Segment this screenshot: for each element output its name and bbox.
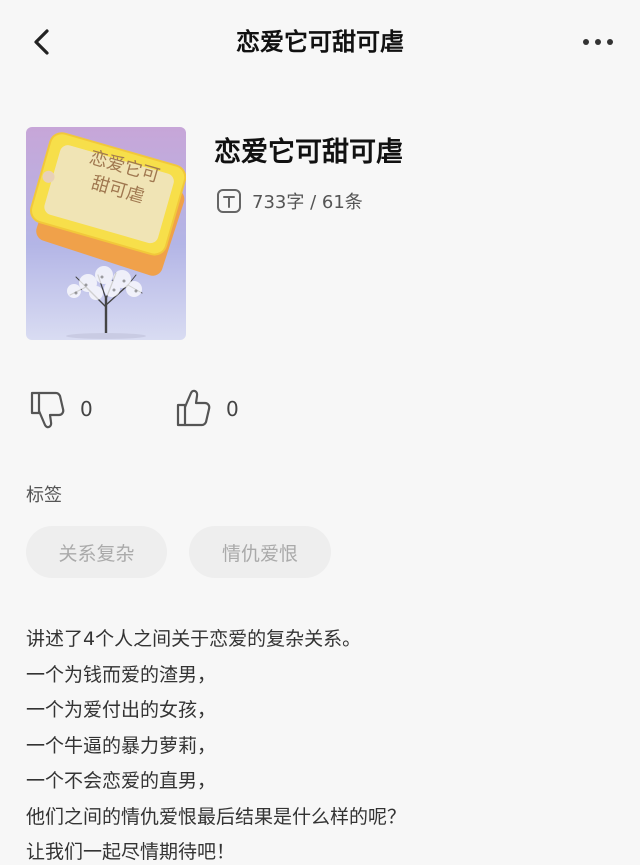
- thumbs-down-icon: [30, 391, 65, 429]
- tag-chip[interactable]: 情仇爱恨: [189, 526, 331, 578]
- description-line: 一个为爱付出的女孩，: [26, 699, 217, 721]
- top-bar: 恋爱它可甜可虐: [0, 0, 640, 86]
- dislike-count: 0: [80, 397, 93, 421]
- description-line: 他们之间的情仇爱恨最后结果是什么样的呢？: [26, 805, 407, 828]
- description-line: 讲述了4个人之间关于恋爱的复杂关系。: [26, 628, 362, 650]
- back-button[interactable]: [22, 22, 62, 62]
- dislike-button[interactable]: 0: [28, 386, 93, 432]
- like-button[interactable]: 0: [174, 386, 239, 432]
- book-title: 恋爱它可甜可虐: [214, 137, 403, 168]
- description-line: 一个牛逼的暴力萝莉，: [26, 734, 217, 757]
- more-options-button[interactable]: [578, 28, 618, 56]
- thumbs-up-icon: [176, 389, 211, 427]
- tags-label: 标签: [26, 485, 62, 506]
- word-and-entry-count: 733字 / 61条: [252, 192, 363, 213]
- description-line: 一个为钱而爱的渣男，: [26, 663, 217, 686]
- tag-chip[interactable]: 关系复杂: [26, 526, 167, 578]
- like-count: 0: [226, 397, 239, 421]
- book-description: 讲述了4个人之间关于恋爱的复杂关系。 一个为钱而爱的渣男， 一个为爱付出的女孩，…: [26, 622, 626, 865]
- book-cover: 恋爱它可 甜可虐: [26, 127, 186, 340]
- more-dots-icon: [583, 39, 613, 45]
- book-meta: 733字 / 61条: [216, 186, 363, 216]
- back-arrow-icon: [34, 29, 49, 55]
- description-line: 让我们一起尽情期待吧！: [26, 841, 236, 863]
- text-icon: [217, 189, 241, 213]
- description-line: 一个不会恋爱的直男，: [26, 770, 217, 792]
- page-title: 恋爱它可甜可虐: [236, 28, 404, 56]
